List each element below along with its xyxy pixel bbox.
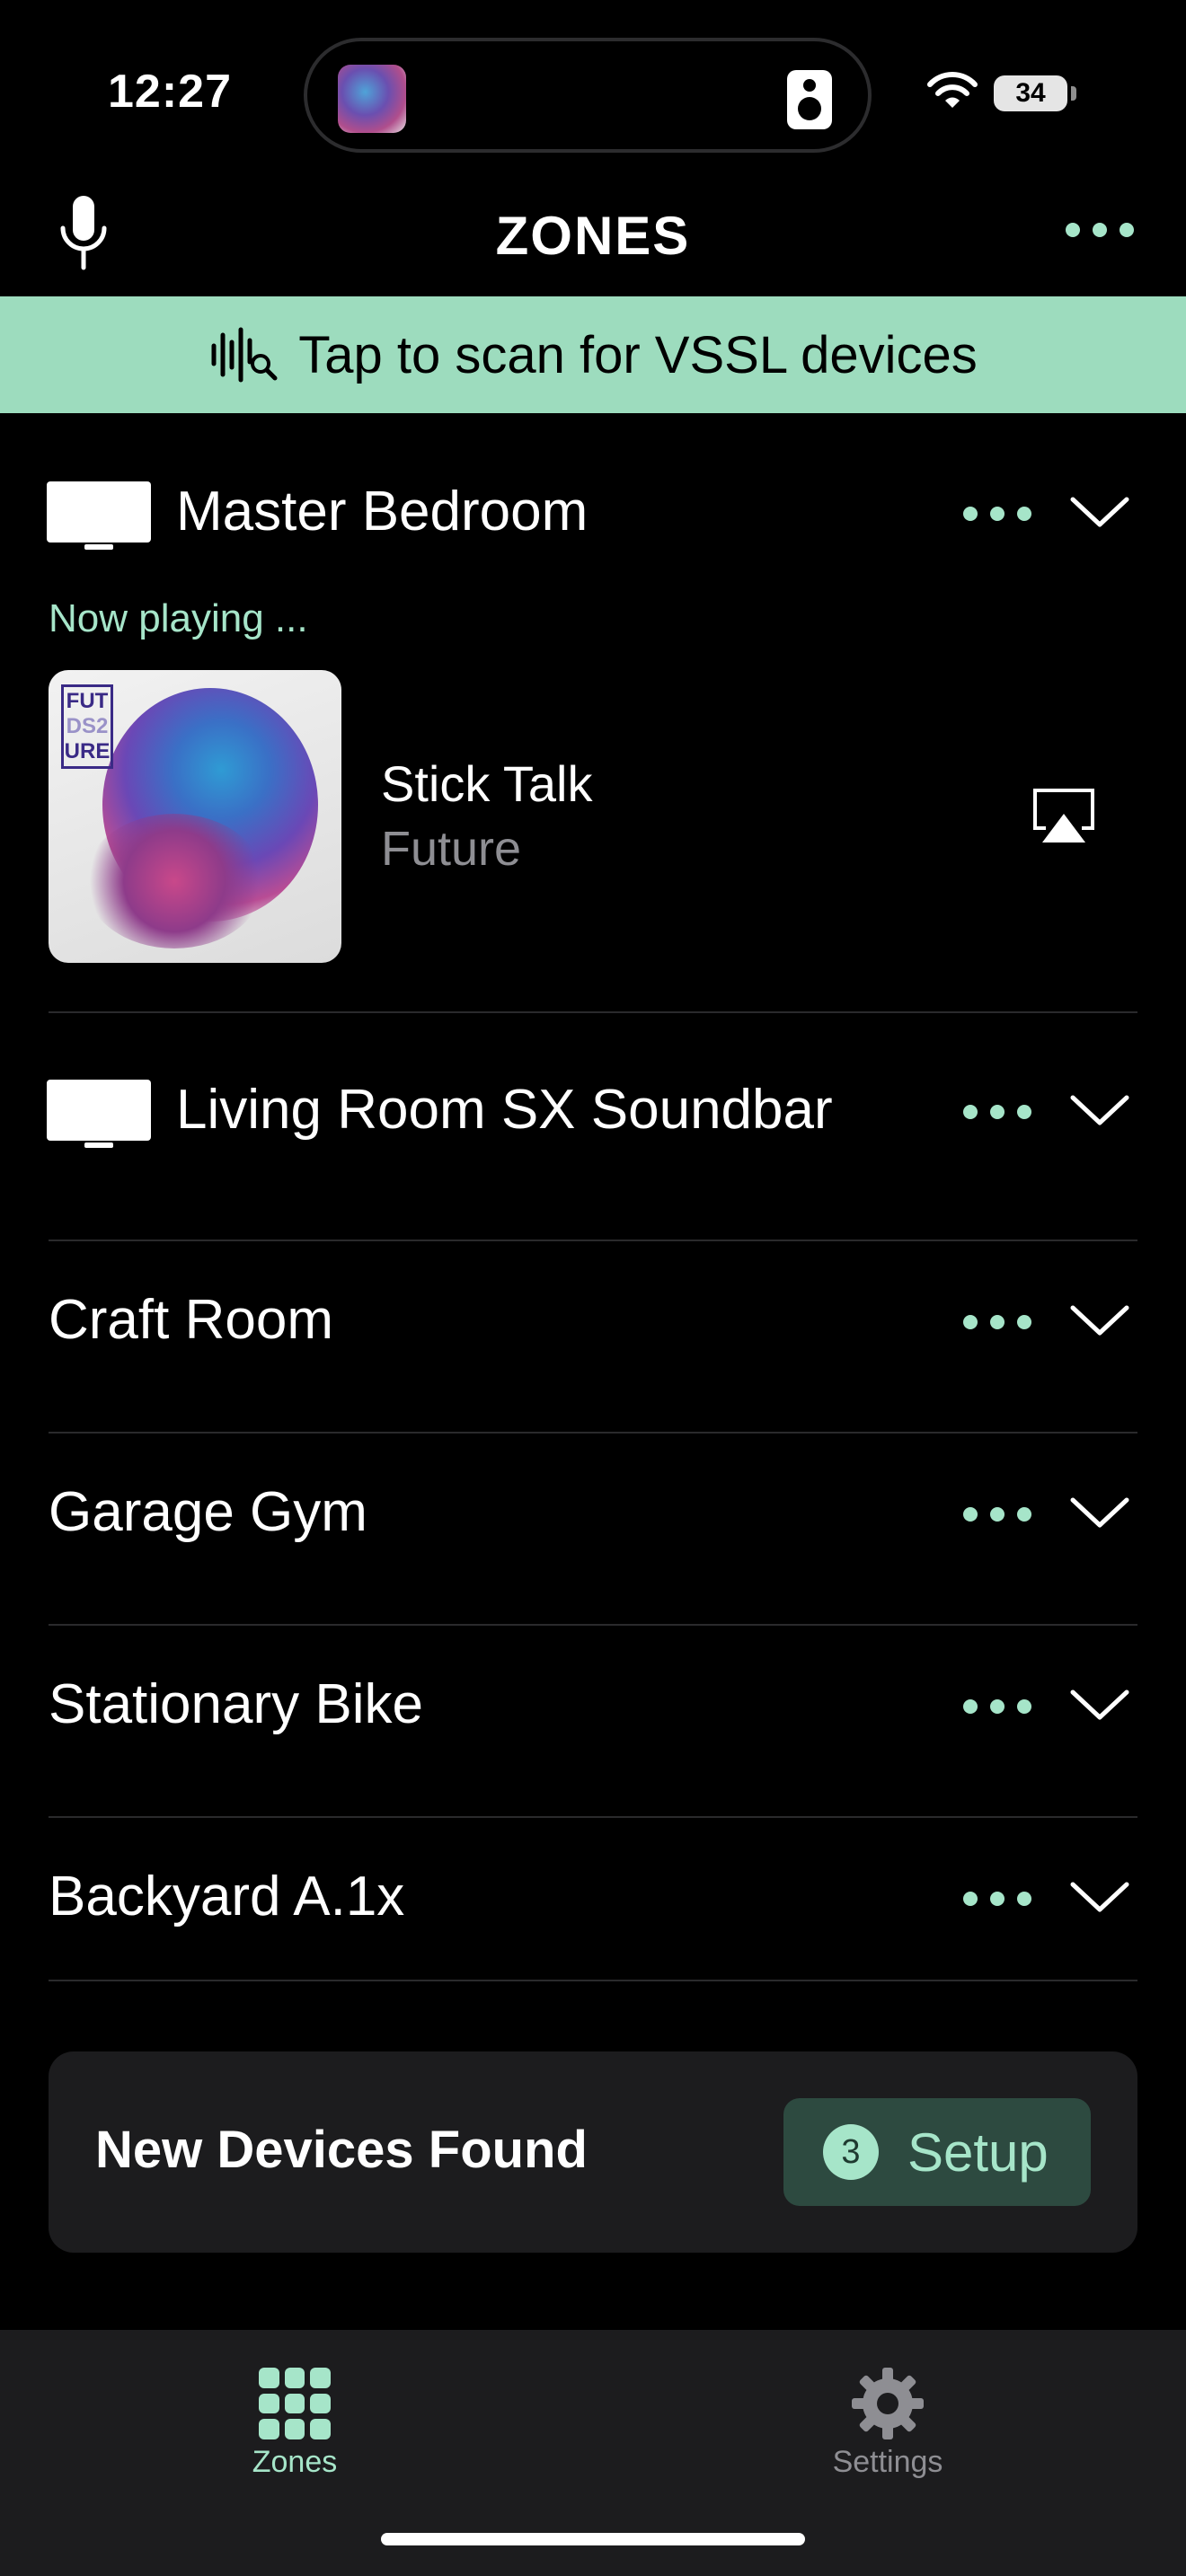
now-playing-thumbnail-icon xyxy=(338,65,406,133)
tab-bar: Zones Settings xyxy=(0,2330,1186,2576)
divider xyxy=(49,1816,1137,1818)
album-logo-line: DS2 xyxy=(66,714,109,738)
audio-scan-icon xyxy=(211,327,278,383)
track-title: Stick Talk xyxy=(381,755,593,812)
album-art-smoke xyxy=(84,814,264,948)
app-screen: 12:27 34 ZONES Tap to scan for VSSL devi… xyxy=(0,0,1186,2576)
new-devices-title: New Devices Found xyxy=(95,2121,588,2179)
chevron-down-icon[interactable] xyxy=(1069,1879,1130,1915)
airplay-icon[interactable] xyxy=(1030,787,1098,846)
more-menu-button[interactable] xyxy=(1066,221,1134,239)
speaker-icon xyxy=(787,70,832,129)
dynamic-island[interactable] xyxy=(304,38,872,153)
zone-options-button[interactable] xyxy=(963,1698,1031,1716)
wifi-icon xyxy=(927,72,978,108)
zone-name: Craft Room xyxy=(49,1289,333,1351)
scan-devices-banner[interactable]: Tap to scan for VSSL devices xyxy=(0,296,1186,413)
track-artist: Future xyxy=(381,822,522,876)
zone-options-button[interactable] xyxy=(963,1103,1031,1121)
zone-name: Living Room SX Soundbar xyxy=(176,1079,833,1141)
divider xyxy=(49,1980,1137,1981)
tab-settings[interactable]: Settings xyxy=(753,2348,1022,2492)
zone-name: Master Bedroom xyxy=(176,481,589,543)
tv-icon xyxy=(47,481,151,550)
zone-options-button[interactable] xyxy=(963,1313,1031,1331)
chevron-down-icon[interactable] xyxy=(1069,1092,1130,1128)
album-art[interactable]: FUT DS2 URE xyxy=(49,670,341,963)
zone-name: Stationary Bike xyxy=(49,1673,423,1735)
home-indicator[interactable] xyxy=(381,2533,805,2545)
setup-button-label: Setup xyxy=(907,2122,1049,2183)
tab-label: Zones xyxy=(252,2445,338,2479)
gear-icon xyxy=(852,2368,924,2439)
scan-banner-text: Tap to scan for VSSL devices xyxy=(298,325,978,384)
divider xyxy=(49,1239,1137,1241)
tv-icon xyxy=(47,1080,151,1148)
divider xyxy=(49,1432,1137,1434)
dot-icon xyxy=(1120,223,1134,237)
zone-options-button[interactable] xyxy=(963,505,1031,523)
chevron-down-icon[interactable] xyxy=(1069,494,1130,530)
tab-label: Settings xyxy=(832,2445,943,2479)
tab-zones[interactable]: Zones xyxy=(160,2348,429,2492)
device-count-badge: 3 xyxy=(823,2124,879,2180)
new-devices-card: New Devices Found 3 Setup xyxy=(49,2051,1137,2253)
zone-name: Garage Gym xyxy=(49,1481,367,1543)
battery-icon: 34 xyxy=(994,75,1076,111)
chevron-down-icon[interactable] xyxy=(1069,1495,1130,1531)
status-time: 12:27 xyxy=(108,66,232,118)
dot-icon xyxy=(1066,223,1080,237)
divider xyxy=(49,1624,1137,1626)
chevron-down-icon[interactable] xyxy=(1069,1302,1130,1338)
dot-icon xyxy=(1093,223,1107,237)
now-playing-label: Now playing ... xyxy=(49,596,308,640)
status-bar: 12:27 34 xyxy=(0,0,1186,180)
divider xyxy=(49,1011,1137,1013)
grid-icon xyxy=(259,2368,331,2439)
setup-button[interactable]: 3 Setup xyxy=(783,2098,1091,2206)
album-logo-line: URE xyxy=(64,739,111,763)
album-logo-line: FUT xyxy=(66,689,109,713)
zone-options-button[interactable] xyxy=(963,1890,1031,1908)
page-title: ZONES xyxy=(495,206,691,266)
zone-name: Backyard A.1x xyxy=(49,1866,405,1928)
app-header: ZONES xyxy=(0,180,1186,296)
album-logo: FUT DS2 URE xyxy=(61,684,113,769)
zone-options-button[interactable] xyxy=(963,1505,1031,1523)
chevron-down-icon[interactable] xyxy=(1069,1687,1130,1723)
